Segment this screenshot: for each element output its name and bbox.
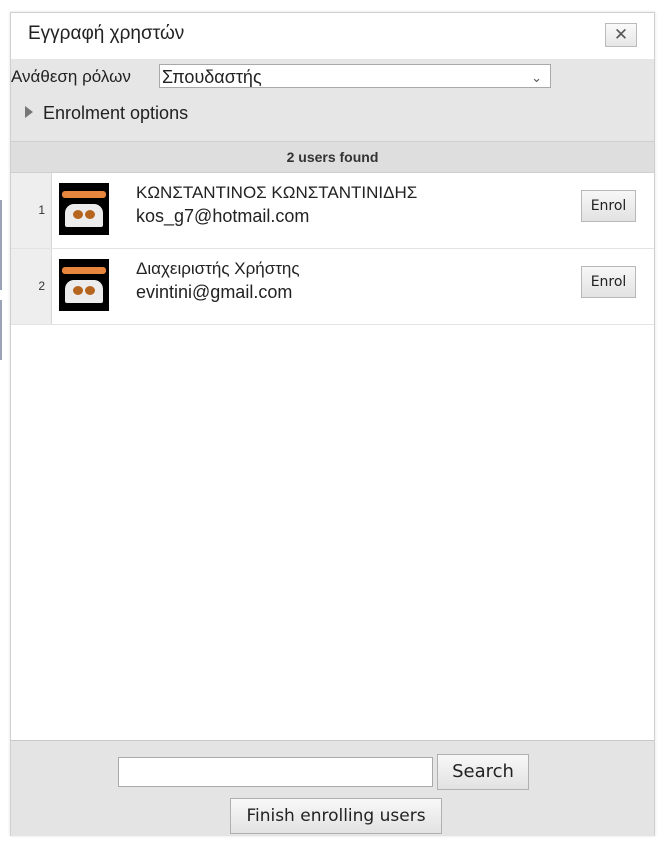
dialog-titlebar: Εγγραφή χρηστών ✕: [11, 13, 654, 59]
role-select[interactable]: Σπουδαστής ⌄: [159, 64, 551, 88]
close-icon: ✕: [613, 25, 629, 44]
row-number-cell: 2: [11, 249, 52, 324]
row-number: 1: [38, 203, 45, 217]
row-number: 2: [38, 279, 45, 293]
users-found-header: 2 users found: [11, 141, 654, 173]
expand-triangle-icon: [25, 106, 33, 118]
dialog-title: Εγγραφή χρηστών: [28, 23, 185, 44]
user-name: ΚΩΝΣΤΑΝΤΙΝΟΣ ΚΩΝΣΤΑΝΤΙΝΙΔΗΣ: [136, 183, 418, 202]
user-name: Διαχειριστής Χρήστης: [136, 259, 300, 278]
search-input[interactable]: [118, 757, 433, 787]
page-edge-line: [0, 200, 2, 290]
enrol-button[interactable]: Enrol: [581, 266, 636, 298]
row-number-cell: 1: [11, 173, 52, 248]
enrol-users-dialog: Εγγραφή χρηστών ✕ Ανάθεση ρόλων Σπουδαστ…: [10, 12, 655, 836]
enrol-button[interactable]: Enrol: [581, 190, 636, 222]
enrolment-options-toggle[interactable]: Enrolment options: [25, 103, 188, 124]
user-list: 1 ΚΩΝΣΤΑΝΤΙΝΟΣ ΚΩΝΣΤΑΝΤΙΝΙΔΗΣ kos_g7@hot…: [11, 173, 654, 325]
avatar: [59, 259, 109, 311]
enrolment-options-label: Enrolment options: [43, 103, 189, 123]
user-row: 2 Διαχειριστής Χρήστης evintini@gmail.co…: [11, 249, 654, 325]
search-button[interactable]: Search: [437, 754, 529, 790]
page-edge-line: [0, 300, 2, 360]
chevron-down-icon: ⌄: [531, 70, 542, 85]
user-email: evintini@gmail.com: [136, 282, 293, 302]
role-panel: Ανάθεση ρόλων Σπουδαστής ⌄ Enrolment opt…: [11, 59, 654, 147]
dialog-footer: Search Finish enrolling users: [11, 740, 654, 836]
user-email: kos_g7@hotmail.com: [136, 206, 310, 226]
role-select-value: Σπουδαστής: [162, 67, 262, 87]
avatar: [59, 183, 109, 235]
finish-enrolling-button[interactable]: Finish enrolling users: [230, 798, 442, 834]
close-button[interactable]: ✕: [605, 23, 637, 47]
user-row: 1 ΚΩΝΣΤΑΝΤΙΝΟΣ ΚΩΝΣΤΑΝΤΙΝΙΔΗΣ kos_g7@hot…: [11, 173, 654, 249]
role-label: Ανάθεση ρόλων: [11, 67, 131, 86]
